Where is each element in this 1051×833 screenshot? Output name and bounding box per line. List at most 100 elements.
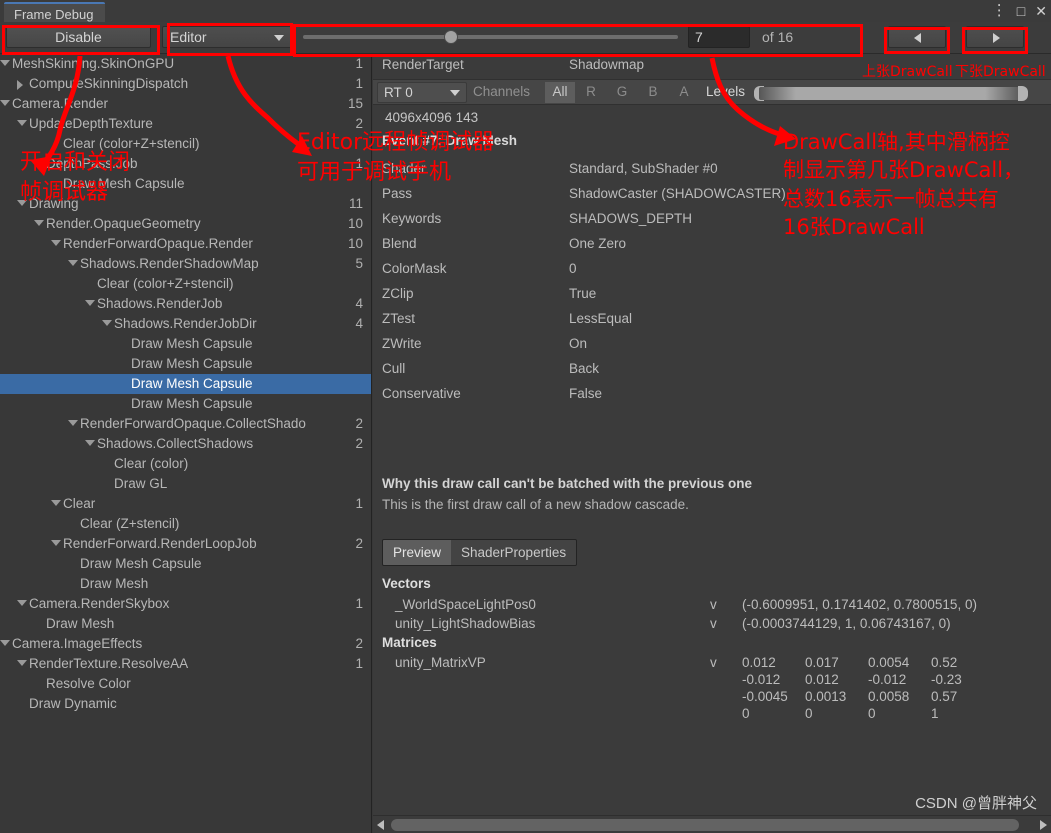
- tree-row[interactable]: Draw Mesh Capsule: [0, 394, 371, 414]
- maximize-icon[interactable]: □: [1017, 2, 1025, 20]
- tree-row[interactable]: Draw GL: [0, 474, 371, 494]
- tree-row[interactable]: Clear (color): [0, 454, 371, 474]
- target-dropdown[interactable]: Editor: [162, 26, 292, 48]
- tree-row[interactable]: ComputeSkinningDispatch 1: [0, 74, 371, 94]
- drawcall-slider-handle[interactable]: [444, 30, 458, 44]
- tree-row[interactable]: Render.OpaqueGeometry 10: [0, 214, 371, 234]
- levels-control[interactable]: Levels: [702, 82, 1051, 103]
- tree-row[interactable]: Shadows.RenderShadowMap 5: [0, 254, 371, 274]
- tree-row-label: Camera.Render: [12, 96, 109, 111]
- tree-row[interactable]: Draw Mesh Capsule: [0, 554, 371, 574]
- matrix-cell: 0.012: [805, 672, 839, 687]
- twirl-open-icon[interactable]: [51, 240, 61, 246]
- tree-row[interactable]: Draw Dynamic: [0, 694, 371, 714]
- shader-state-row: ZClip True: [373, 286, 1051, 311]
- tab-frame-debug[interactable]: Frame Debug: [4, 2, 106, 22]
- twirl-open-icon[interactable]: [17, 600, 27, 606]
- shader-state-key: ZClip: [382, 286, 414, 301]
- twirl-open-icon[interactable]: [102, 320, 112, 326]
- tree-row-label: RenderForward.RenderLoopJob: [63, 536, 257, 551]
- tree-row-label: Shadows.RenderJobDir: [114, 316, 257, 331]
- rt-index-dropdown[interactable]: RT 0: [377, 82, 467, 103]
- channel-toolbar: RT 0 Channels All R G B A Levels: [373, 79, 1051, 105]
- annotation-prev-note: 上张DrawCall: [862, 64, 953, 80]
- tree-row[interactable]: Shadows.RenderJob 4: [0, 294, 371, 314]
- tree-row[interactable]: RenderTexture.ResolveAA 1: [0, 654, 371, 674]
- tree-row[interactable]: Resolve Color: [0, 674, 371, 694]
- matrix-flag: v: [710, 655, 717, 670]
- tree-row-count: 15: [347, 96, 363, 111]
- channel-button-g[interactable]: G: [607, 82, 637, 103]
- detail-tab-strip[interactable]: Preview ShaderProperties: [382, 539, 578, 566]
- levels-max-handle[interactable]: [1018, 86, 1028, 101]
- levels-track[interactable]: [759, 87, 1022, 100]
- next-drawcall-button[interactable]: [966, 26, 1024, 48]
- tree-row-selected[interactable]: Draw Mesh Capsule: [0, 374, 371, 394]
- disable-button[interactable]: Disable: [6, 26, 151, 48]
- tree-row[interactable]: Clear (color+Z+stencil): [0, 274, 371, 294]
- twirl-open-icon[interactable]: [85, 440, 95, 446]
- tree-row-count: 4: [355, 296, 363, 311]
- twirl-open-icon[interactable]: [0, 640, 10, 646]
- tree-row[interactable]: Camera.Render 15: [0, 94, 371, 114]
- tree-row-label: Draw Mesh Capsule: [131, 376, 253, 391]
- tree-row[interactable]: Draw Mesh Capsule: [0, 334, 371, 354]
- twirl-open-icon[interactable]: [17, 660, 27, 666]
- tree-row[interactable]: Camera.ImageEffects 2: [0, 634, 371, 654]
- detail-tab-shaderproperties[interactable]: ShaderProperties: [451, 540, 577, 565]
- tree-row[interactable]: MeshSkinning.SkinOnGPU 1: [0, 54, 371, 74]
- channel-button-b[interactable]: B: [638, 82, 668, 103]
- tree-row[interactable]: Clear 1: [0, 494, 371, 514]
- tree-row[interactable]: Shadows.CollectShadows 2: [0, 434, 371, 454]
- twirl-open-icon[interactable]: [51, 500, 61, 506]
- twirl-open-icon[interactable]: [34, 220, 44, 226]
- drawcall-slider[interactable]: [299, 26, 682, 48]
- detail-tab-preview[interactable]: Preview: [383, 540, 452, 565]
- tree-row[interactable]: Shadows.RenderJobDir 4: [0, 314, 371, 334]
- tree-row-label: Shadows.CollectShadows: [97, 436, 254, 451]
- close-icon[interactable]: ✕: [1035, 2, 1047, 20]
- shader-state-value: Back: [569, 361, 600, 376]
- twirl-open-icon[interactable]: [17, 120, 27, 126]
- tree-row[interactable]: Draw Mesh: [0, 574, 371, 594]
- twirl-open-icon[interactable]: [51, 540, 61, 546]
- scroll-right-icon[interactable]: [1040, 820, 1047, 830]
- tree-row[interactable]: RenderForwardOpaque.Render 10: [0, 234, 371, 254]
- event-index-input[interactable]: 7: [688, 26, 750, 48]
- shader-state-key: Keywords: [382, 211, 442, 226]
- channel-button-all[interactable]: All: [545, 82, 575, 103]
- channel-button-a[interactable]: A: [669, 82, 699, 103]
- twirl-open-icon[interactable]: [68, 260, 78, 266]
- twirl-open-icon[interactable]: [68, 420, 78, 426]
- tree-row-count: 1: [355, 496, 363, 511]
- tree-row[interactable]: Camera.RenderSkybox 1: [0, 594, 371, 614]
- horizontal-scrollbar[interactable]: [373, 815, 1051, 833]
- tree-row-label: Draw Mesh Capsule: [131, 356, 253, 371]
- kebab-menu-icon[interactable]: ⋮: [992, 2, 1007, 20]
- tree-row[interactable]: Draw Mesh: [0, 614, 371, 634]
- tree-row-count: 2: [355, 416, 363, 431]
- chevron-down-icon: [450, 90, 460, 96]
- annotation-next-note: 下张DrawCall: [955, 64, 1046, 80]
- tree-row-count: 2: [355, 636, 363, 651]
- scrollbar-thumb[interactable]: [391, 819, 1019, 831]
- scroll-left-icon[interactable]: [377, 820, 384, 830]
- twirl-closed-icon[interactable]: [17, 80, 23, 90]
- prev-drawcall-button[interactable]: [888, 26, 946, 48]
- tree-row[interactable]: Draw Mesh Capsule: [0, 354, 371, 374]
- matrix-cell: 0.017: [805, 655, 839, 670]
- tree-row[interactable]: RenderForward.RenderLoopJob 2: [0, 534, 371, 554]
- tree-row[interactable]: Clear (Z+stencil): [0, 514, 371, 534]
- tree-row[interactable]: RenderForwardOpaque.CollectShado 2: [0, 414, 371, 434]
- shader-state-row: ColorMask 0: [373, 261, 1051, 286]
- twirl-open-icon[interactable]: [0, 60, 10, 66]
- tree-row-label: Camera.ImageEffects: [12, 636, 143, 651]
- tree-row-label: Clear (color): [114, 456, 189, 471]
- vector-value: (-0.0003744129, 1, 0.06743167, 0): [742, 616, 951, 631]
- matrix-cell: 0.012: [742, 655, 776, 670]
- tree-row-label: Draw GL: [114, 476, 168, 491]
- channel-button-r[interactable]: R: [576, 82, 606, 103]
- twirl-open-icon[interactable]: [85, 300, 95, 306]
- tree-row-label: Shadows.RenderJob: [97, 296, 223, 311]
- twirl-open-icon[interactable]: [0, 100, 10, 106]
